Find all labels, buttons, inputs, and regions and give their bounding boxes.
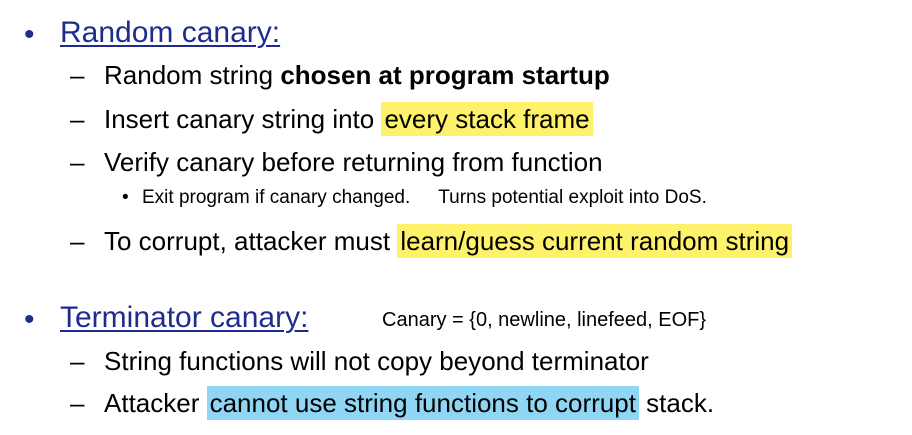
section2-bullet: • [24, 303, 35, 336]
item-text: Random string [104, 60, 281, 90]
item-tail-text: stack. [638, 388, 715, 418]
section1-heading-line: Random canary: [60, 18, 280, 48]
item-text: Attacker [104, 388, 207, 418]
canary-set-note: Canary = {0, newline, linefeed, EOF} [382, 309, 707, 331]
section1-item-4: – To corrupt, attacker must learn/guess c… [70, 224, 793, 258]
item-text: Insert canary string into [104, 104, 382, 134]
dash: – [70, 346, 85, 376]
terminator-canary-heading: Terminator canary: [60, 301, 309, 334]
item-text: To corrupt, attacker must [104, 226, 398, 256]
dash: – [70, 104, 85, 134]
section1-item-3: – Verify canary before returning from fun… [70, 149, 603, 175]
section1-item-2: – Insert canary string into every stack f… [70, 102, 593, 136]
dash: – [70, 147, 85, 177]
item-text: Verify canary before returning from func… [104, 147, 603, 177]
subitem-text-1: Exit program if canary changed. [142, 187, 411, 208]
section2-item-1: – String functions will not copy beyond t… [70, 348, 649, 374]
random-canary-heading: Random canary: [60, 16, 281, 49]
highlight-learn-guess: learn/guess current random string [397, 224, 793, 258]
subitem-text-2: Turns potential exploit into DoS. [438, 187, 707, 208]
dash: – [70, 388, 85, 418]
section1-bullet: • [24, 18, 35, 51]
item-bold-text: chosen at program startup [280, 60, 610, 90]
section2-item-2: – Attacker cannot use string functions to… [70, 386, 715, 420]
highlight-cannot-use-string-functions: cannot use string functions to corrupt [206, 386, 639, 420]
sub-bullet: • [122, 187, 129, 208]
section1-subitem: • Exit program if canary changed. Turns po… [122, 188, 707, 207]
item-text: String functions will not copy beyond te… [104, 346, 649, 376]
section1-item-1: – Random string chosen at program startup [70, 62, 610, 88]
section2-heading-line: Terminator canary: [60, 303, 308, 333]
dash: – [70, 60, 85, 90]
dash: – [70, 226, 85, 256]
highlight-every-stack-frame: every stack frame [381, 102, 593, 136]
slide: • Random canary: – Random string chosen a… [0, 0, 912, 435]
